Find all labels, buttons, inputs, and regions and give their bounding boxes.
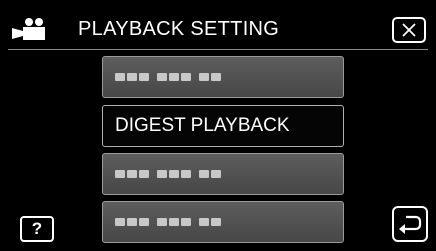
header-bar: PLAYBACK SETTING	[0, 0, 436, 50]
close-button[interactable]	[392, 17, 426, 43]
header-divider	[8, 49, 428, 50]
close-icon	[402, 23, 416, 37]
help-icon: ?	[31, 219, 43, 238]
back-button[interactable]	[392, 206, 428, 242]
help-button[interactable]: ?	[20, 216, 54, 242]
return-icon	[399, 215, 422, 234]
menu-item-1	[102, 56, 344, 98]
menu-item-4	[102, 201, 344, 243]
page-title: PLAYBACK SETTING	[78, 18, 280, 40]
menu-item-digest-playback[interactable]: DIGEST PLAYBACK	[102, 105, 344, 147]
menu-item-label: DIGEST PLAYBACK	[115, 115, 290, 136]
video-camera-icon	[12, 18, 45, 40]
menu-item-3	[102, 153, 344, 195]
disabled-placeholder-text	[115, 218, 221, 226]
disabled-placeholder-text	[115, 170, 221, 178]
disabled-placeholder-text	[115, 73, 221, 81]
